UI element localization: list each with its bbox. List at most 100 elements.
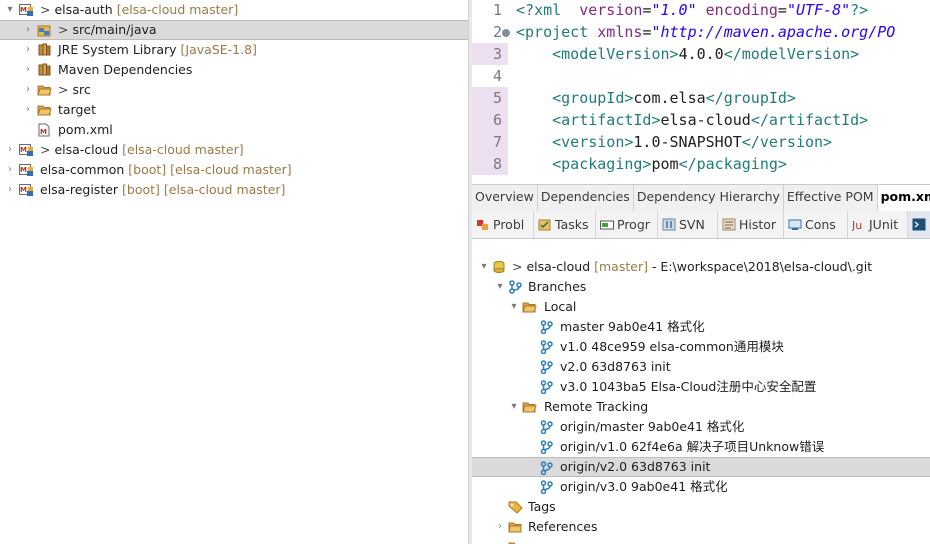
git-repository-icon [493,261,505,273]
references-label: References [528,519,598,534]
tab-problems-label: Probl [493,217,525,232]
explorer-item-label: > elsa-auth [elsa-cloud master] [40,2,239,17]
references-node[interactable]: › References [472,517,930,537]
local-node[interactable]: ▾ Local [472,297,930,317]
tab-junit[interactable]: Ju JUnit [848,211,908,238]
explorer-item-src-main-java[interactable]: › > src/main/java [0,20,468,40]
svg-text:M: M [20,186,27,194]
expand-arrow-icon[interactable]: ▾ [494,277,506,297]
code-line[interactable]: <project xmlns="http://maven.apache.org/… [516,21,895,43]
console-icon [788,219,802,230]
tab-problems[interactable]: Probl [472,211,534,238]
folder-icon [37,103,52,117]
project-explorer: ▾ M > elsa-auth [elsa-cloud master] › > src/… [0,0,468,544]
code-line[interactable]: <artifactId>elsa-cloud</artifactId> [516,109,868,131]
remote-tracking-node[interactable]: ▾ Remote Tracking [472,397,930,417]
explorer-item-jre-system-library[interactable]: › JRE System Library [JavaSE-1.8] [0,40,468,60]
expand-arrow-icon[interactable]: › [22,21,34,39]
explorer-item-label: > elsa-cloud [elsa-cloud master] [40,142,244,157]
expand-arrow-icon[interactable]: › [22,100,34,120]
xml-editor[interactable]: 12345678 <?xml version="1.0" encoding="U… [472,0,930,182]
view-tabs: Probl Tasks Progr SVN Histor Cons Ju JUni… [472,211,930,239]
local-label: Local [544,299,577,314]
maven-project-icon: M [19,143,34,157]
open-folder-icon [522,402,537,413]
code-line[interactable]: <packaging>pom</packaging> [516,153,787,175]
branch-label: origin/master 9ab0e41 格式化 [560,419,745,434]
fold-marker-icon[interactable] [502,29,510,37]
tab-dependencies[interactable]: Dependencies [538,185,634,211]
explorer-item-elsa-register[interactable]: › Melsa-register [boot] [elsa-cloud maste… [0,180,468,200]
tab-history[interactable]: Histor [718,211,784,238]
explorer-item-elsa-auth[interactable]: ▾ M > elsa-auth [elsa-cloud master] [0,0,468,20]
tab-svn[interactable]: SVN [658,211,718,238]
tab-terminal[interactable] [908,211,930,238]
expand-arrow-icon[interactable]: ▾ [508,397,520,417]
explorer-item-label: elsa-register [boot] [elsa-cloud master] [40,182,286,197]
expand-arrow-icon[interactable]: ▾ [478,257,490,277]
code-line[interactable]: <modelVersion>4.0.0</modelVersion> [516,43,859,65]
code-line[interactable]: <version>1.0-SNAPSHOT</version> [516,131,832,153]
branch-label: origin/v1.0 62f4e6a 解决子项目Unknow错误 [560,439,825,454]
expand-arrow-icon[interactable]: › [494,537,506,544]
tab-overview[interactable]: Overview [472,185,538,211]
explorer-item-elsa-common[interactable]: › Melsa-common [boot] [elsa-cloud master] [0,160,468,180]
tab-tasks[interactable]: Tasks [534,211,596,238]
explorer-item-target[interactable]: › target [0,100,468,120]
tab-progress[interactable]: Progr [596,211,658,238]
tasks-icon [538,219,551,231]
line-number: 7 [472,131,508,153]
expand-arrow-icon[interactable]: › [22,40,34,60]
tab-progress-label: Progr [617,217,650,232]
expand-arrow-icon[interactable]: › [22,60,34,80]
maven-project-icon: M [19,183,34,197]
svg-text:M: M [40,128,47,136]
next-node-partial: › [472,537,930,544]
svg-text:M: M [20,6,27,14]
tag-icon [508,501,523,514]
branch-item[interactable]: v2.0 63d8763 init [472,357,930,377]
expand-arrow-icon[interactable]: › [494,517,506,537]
expand-arrow-icon[interactable]: › [4,180,16,200]
line-number-gutter: 12345678 [472,0,508,182]
branch-item[interactable]: v3.0 1043ba5 Elsa-Cloud注册中心安全配置 [472,377,930,397]
line-number: 1 [492,1,502,19]
branch-item[interactable]: origin/v3.0 9ab0e41 格式化 [472,477,930,497]
history-icon [722,218,736,231]
code-line[interactable]: <groupId>com.elsa</groupId> [516,87,796,109]
junit-icon: Ju [852,219,862,231]
branch-label: origin/v3.0 9ab0e41 格式化 [560,479,728,494]
branch-item[interactable]: origin/v1.0 62f4e6a 解决子项目Unknow错误 [472,437,930,457]
tab-console[interactable]: Cons [784,211,848,238]
expand-arrow-icon[interactable]: › [22,80,34,100]
tags-node[interactable]: Tags [472,497,930,517]
branch-item[interactable]: master 9ab0e41 格式化 [472,317,930,337]
branch-label: master 9ab0e41 格式化 [560,319,705,334]
repo-row[interactable]: ▾ > elsa-cloud [master] - E:\workspace\2… [472,257,930,277]
maven-project-icon: M [19,3,34,17]
collapse-arrow-icon[interactable]: ▾ [4,0,16,20]
explorer-item-label: > src/main/java [58,22,157,37]
explorer-item-label: JRE System Library [JavaSE-1.8] [58,42,257,57]
branches-node[interactable]: ▾ Branches [472,277,930,297]
code-line[interactable]: <?xml version="1.0" encoding="UTF-8"?> [516,0,868,21]
explorer-item-maven-dependencies[interactable]: › Maven Dependencies [0,60,468,80]
branch-item[interactable]: origin/master 9ab0e41 格式化 [472,417,930,437]
expand-arrow-icon[interactable]: › [4,160,16,180]
explorer-item-pom-xml[interactable]: Mpom.xml [0,120,468,140]
expand-arrow-icon[interactable]: › [4,140,16,160]
branch-item[interactable]: origin/v2.0 63d8763 init [472,457,930,477]
library-icon [37,43,52,57]
expand-arrow-icon[interactable]: ▾ [508,297,520,317]
explorer-item-src[interactable]: › > src [0,80,468,100]
line-number: 4 [492,67,502,85]
explorer-item-label: pom.xml [58,122,113,137]
branch-item[interactable]: v1.0 48ce959 elsa-common通用模块 [472,337,930,357]
tab-junit-label: JUnit [869,217,899,232]
tab-effective-pom[interactable]: Effective POM [784,185,878,211]
tab-pom-xml[interactable]: pom.xml [877,185,930,211]
tab-console-label: Cons [805,217,836,232]
explorer-item-elsa-cloud[interactable]: › M > elsa-cloud [elsa-cloud master] [0,140,468,160]
tab-dependency-hierarchy[interactable]: Dependency Hierarchy [634,185,784,211]
folder-icon [508,542,522,544]
